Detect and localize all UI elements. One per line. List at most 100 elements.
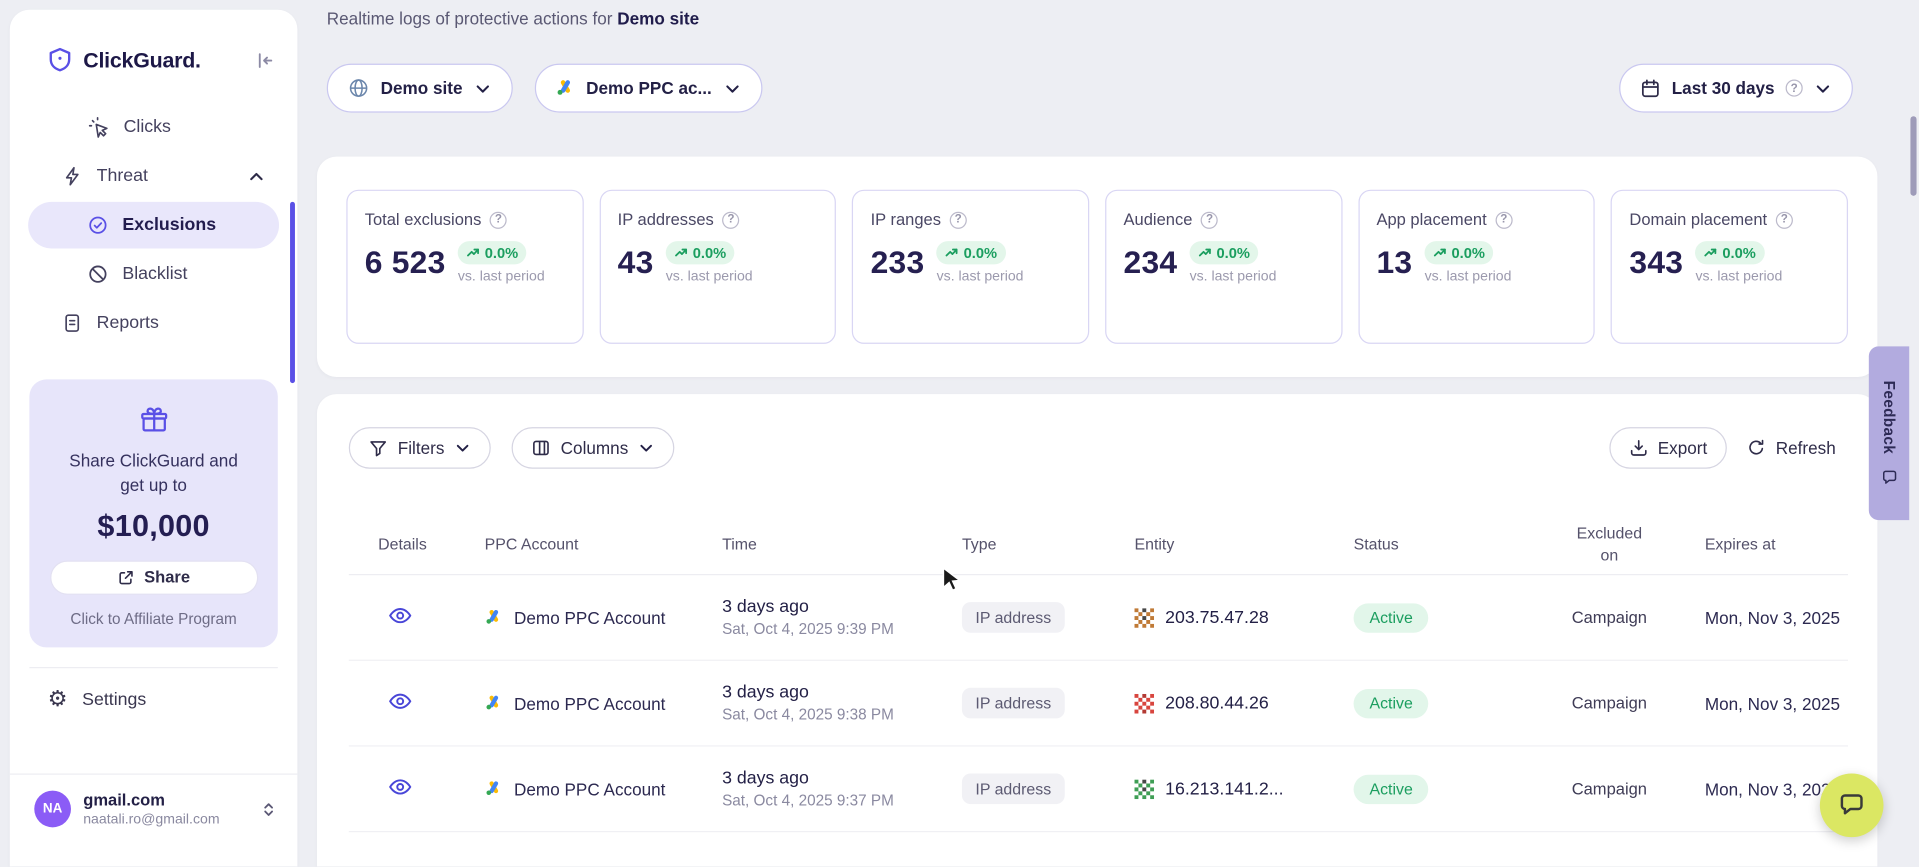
chevron-up-icon bbox=[247, 167, 265, 185]
help-icon[interactable] bbox=[1495, 211, 1512, 228]
entity-identicon bbox=[1135, 693, 1155, 713]
type-badge: IP address bbox=[962, 688, 1065, 719]
view-details-button[interactable] bbox=[386, 687, 415, 716]
table-row: Demo PPC Account 3 days agoSat, Oct 4, 2… bbox=[349, 575, 1848, 661]
user-email: naatali.ro@gmail.com bbox=[83, 811, 219, 829]
refresh-button[interactable]: Refresh bbox=[1746, 438, 1835, 458]
refresh-icon bbox=[1746, 438, 1766, 458]
badge-check-icon bbox=[87, 214, 109, 236]
brand-name: ClickGuard. bbox=[83, 47, 201, 73]
feedback-tab[interactable]: Feedback bbox=[1869, 346, 1909, 520]
stat-card-ip-ranges: IP ranges 233 0.0% vs. last period bbox=[852, 190, 1089, 344]
ppc-account-selector-label: Demo PPC ac... bbox=[586, 78, 712, 98]
calendar-icon bbox=[1640, 78, 1661, 99]
sidebar-item-label: Reports bbox=[97, 313, 159, 333]
stat-label: IP ranges bbox=[871, 211, 941, 229]
excluded-on-value: Campaign bbox=[1572, 694, 1647, 712]
gift-icon bbox=[138, 404, 170, 436]
download-icon bbox=[1628, 438, 1648, 458]
document-icon bbox=[61, 312, 83, 334]
trend-up-icon bbox=[466, 246, 479, 259]
stat-label: App placement bbox=[1376, 211, 1486, 229]
time-relative: 3 days ago bbox=[722, 865, 962, 866]
refresh-button-label: Refresh bbox=[1776, 438, 1836, 458]
stat-value: 234 bbox=[1124, 246, 1178, 278]
columns-button-label: Columns bbox=[561, 438, 629, 458]
columns-button[interactable]: Columns bbox=[512, 427, 675, 469]
settings-label: Settings bbox=[82, 690, 146, 710]
sidebar-item-blacklist[interactable]: Blacklist bbox=[10, 250, 298, 299]
type-badge: IP address bbox=[962, 602, 1065, 633]
eye-icon bbox=[388, 603, 412, 627]
date-range-selector[interactable]: Last 30 days bbox=[1619, 64, 1853, 113]
trend-value: 0.0% bbox=[485, 244, 518, 261]
sidebar-item-settings[interactable]: Settings bbox=[10, 675, 298, 724]
promo-text-line2: get up to bbox=[47, 473, 261, 498]
help-icon[interactable] bbox=[1786, 80, 1803, 97]
shield-logo-icon bbox=[47, 47, 74, 74]
trend-up-icon bbox=[1704, 246, 1717, 259]
stat-card-total-exclusions: Total exclusions 6 523 0.0% vs. last per… bbox=[346, 190, 583, 344]
sidebar-item-label: Clicks bbox=[124, 117, 171, 137]
trend-up-icon bbox=[674, 246, 687, 259]
ppc-account-name: Demo PPC Account bbox=[514, 608, 665, 628]
gear-icon bbox=[48, 689, 68, 711]
google-ads-icon bbox=[485, 694, 503, 712]
time-relative: 3 days ago bbox=[722, 597, 962, 617]
chat-launcher-button[interactable] bbox=[1820, 773, 1884, 837]
collapse-icon bbox=[255, 50, 276, 71]
page-scrollbar-thumb[interactable] bbox=[1910, 116, 1916, 196]
chevron-down-icon bbox=[454, 439, 471, 456]
column-header-details: Details bbox=[349, 535, 485, 553]
help-icon[interactable] bbox=[1776, 211, 1793, 228]
ppc-account-selector[interactable]: Demo PPC ac... bbox=[535, 64, 762, 113]
external-link-icon bbox=[117, 569, 134, 586]
stat-value: 43 bbox=[618, 246, 654, 278]
user-name: gmail.com bbox=[83, 789, 219, 810]
expires-at-value: Mon, Nov 3, 2025 bbox=[1683, 693, 1848, 713]
eye-icon bbox=[388, 689, 412, 713]
stat-card-domain-placement: Domain placement 343 0.0% vs. last perio… bbox=[1611, 190, 1848, 344]
sidebar-item-label: Blacklist bbox=[122, 264, 187, 284]
sidebar-item-clicks[interactable]: Clicks bbox=[10, 103, 298, 152]
chevron-down-icon bbox=[638, 439, 655, 456]
user-menu[interactable]: NA gmail.com naatali.ro@gmail.com bbox=[10, 773, 298, 829]
help-icon[interactable] bbox=[950, 211, 967, 228]
sidebar-scrollbar-thumb[interactable] bbox=[290, 202, 295, 383]
stat-caption: vs. last period bbox=[458, 269, 545, 284]
affiliate-program-link[interactable]: Click to Affiliate Program bbox=[47, 610, 261, 627]
stat-value: 343 bbox=[1629, 246, 1683, 278]
column-header-excluded-on: Excluded on bbox=[1569, 523, 1650, 566]
expires-at-value: Mon, Nov 3, 2025 bbox=[1683, 608, 1848, 628]
sidebar-collapse-button[interactable] bbox=[252, 47, 278, 73]
feedback-tab-label: Feedback bbox=[1880, 381, 1897, 455]
column-header-type: Type bbox=[962, 535, 1135, 553]
sidebar: ClickGuard. Clicks bbox=[10, 10, 298, 867]
sidebar-divider bbox=[29, 667, 277, 668]
stat-label: Domain placement bbox=[1629, 211, 1767, 229]
column-header-status: Status bbox=[1354, 535, 1536, 553]
sidebar-item-threat[interactable]: Threat bbox=[10, 152, 298, 201]
view-details-button[interactable] bbox=[386, 601, 415, 630]
sidebar-item-reports[interactable]: Reports bbox=[10, 299, 298, 348]
sidebar-item-label: Threat bbox=[97, 166, 148, 186]
view-details-button[interactable] bbox=[386, 772, 415, 801]
stat-caption: vs. last period bbox=[666, 269, 753, 284]
site-selector[interactable]: Demo site bbox=[327, 64, 513, 113]
sidebar-nav: Clicks Threat Exclu bbox=[10, 103, 298, 348]
sidebar-item-exclusions[interactable]: Exclusions bbox=[28, 202, 279, 249]
feedback-chat-icon bbox=[1880, 468, 1897, 485]
trend-up-icon bbox=[945, 246, 958, 259]
date-range-label: Last 30 days bbox=[1672, 78, 1775, 98]
eye-icon bbox=[388, 775, 412, 799]
trend-badge: 0.0% bbox=[937, 241, 1006, 264]
help-icon[interactable] bbox=[722, 211, 739, 228]
help-icon[interactable] bbox=[1201, 211, 1218, 228]
help-icon[interactable] bbox=[490, 211, 507, 228]
share-button[interactable]: Share bbox=[50, 560, 258, 594]
app-window: ClickGuard. Clicks bbox=[0, 0, 1919, 866]
trend-badge: 0.0% bbox=[1425, 241, 1494, 264]
stat-label: Audience bbox=[1124, 211, 1193, 229]
filters-button[interactable]: Filters bbox=[349, 427, 491, 469]
export-button[interactable]: Export bbox=[1609, 427, 1727, 469]
